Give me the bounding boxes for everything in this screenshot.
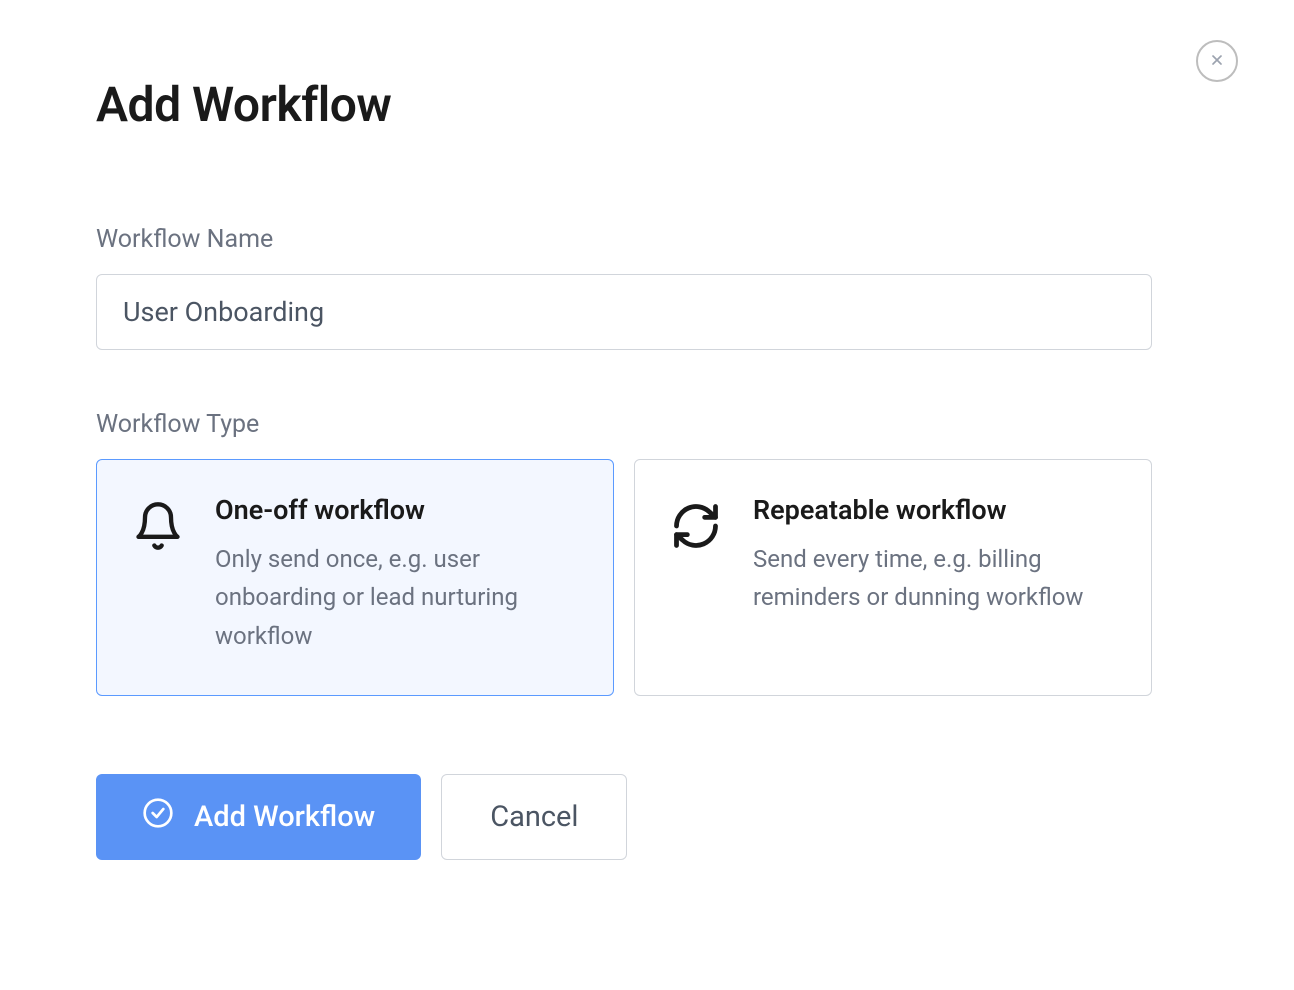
type-card-one-off-title: One-off workflow xyxy=(215,494,583,526)
type-card-repeatable[interactable]: Repeatable workflow Send every time, e.g… xyxy=(634,459,1152,696)
add-workflow-dialog: Add Workflow Workflow Name Workflow Type… xyxy=(0,0,1294,936)
workflow-name-label: Workflow Name xyxy=(96,225,1198,254)
cancel-button[interactable]: Cancel xyxy=(441,774,627,860)
type-card-one-off[interactable]: One-off workflow Only send once, e.g. us… xyxy=(96,459,614,696)
check-circle-icon xyxy=(142,797,174,837)
type-card-one-off-description: Only send once, e.g. user onboarding or … xyxy=(215,540,583,655)
type-card-repeatable-text: Repeatable workflow Send every time, e.g… xyxy=(753,494,1121,655)
type-card-repeatable-description: Send every time, e.g. billing reminders … xyxy=(753,540,1121,617)
workflow-type-section: Workflow Type One-off workflow Only send… xyxy=(96,410,1198,696)
close-button[interactable] xyxy=(1196,40,1238,82)
add-workflow-button[interactable]: Add Workflow xyxy=(96,774,421,860)
workflow-type-label: Workflow Type xyxy=(96,410,1198,439)
type-card-one-off-text: One-off workflow Only send once, e.g. us… xyxy=(215,494,583,655)
workflow-type-cards: One-off workflow Only send once, e.g. us… xyxy=(96,459,1152,696)
workflow-name-section: Workflow Name xyxy=(96,225,1198,350)
close-icon xyxy=(1209,52,1225,71)
workflow-name-input[interactable] xyxy=(96,274,1152,350)
dialog-button-row: Add Workflow Cancel xyxy=(96,774,1198,860)
refresh-icon xyxy=(665,494,727,655)
add-workflow-button-label: Add Workflow xyxy=(194,800,375,834)
cancel-button-label: Cancel xyxy=(490,800,578,834)
type-card-repeatable-title: Repeatable workflow xyxy=(753,494,1121,526)
dialog-title: Add Workflow xyxy=(96,76,1198,133)
bell-icon xyxy=(127,494,189,655)
